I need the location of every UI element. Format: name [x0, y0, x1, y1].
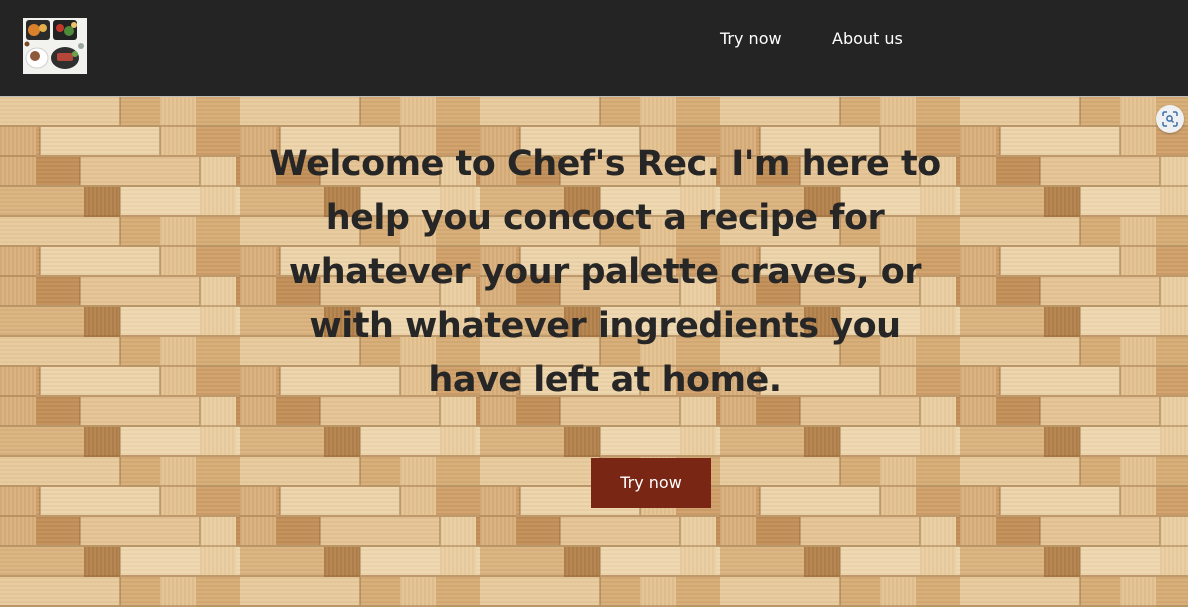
hero-headline: Welcome to Chef's Rec. I'm here to help …: [269, 144, 941, 400]
try-now-button[interactable]: Try now: [591, 458, 711, 508]
logo-icon[interactable]: [23, 18, 87, 74]
visual-search-icon[interactable]: [1156, 105, 1184, 133]
hero-section: Welcome to Chef's Rec. I'm here to help …: [0, 97, 1188, 607]
top-navbar: Try now About us: [0, 0, 1188, 97]
nav-link-about-us[interactable]: About us: [832, 28, 903, 50]
nav-link-try-now[interactable]: Try now: [720, 28, 782, 50]
